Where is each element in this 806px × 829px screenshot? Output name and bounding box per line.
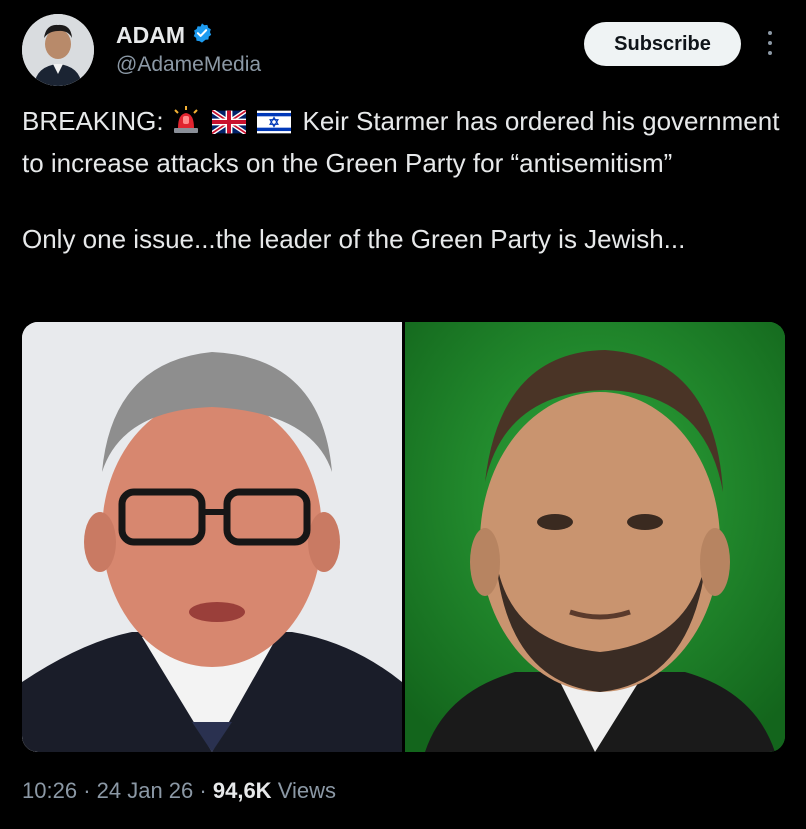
media-image-left[interactable] [22, 322, 402, 752]
photo-man-with-glasses [22, 322, 402, 752]
vertical-ellipsis-icon[interactable] [762, 28, 778, 58]
tweet-text: BREAKING: Keir Starmer has ordered his g… [22, 102, 782, 258]
views-count[interactable]: 94,6K [213, 778, 272, 803]
tweet-time[interactable]: 10:26 [22, 778, 77, 803]
israel-flag-emoji-icon [257, 106, 292, 144]
media-image-right[interactable] [405, 322, 785, 752]
profile-photo [22, 14, 94, 86]
author-handle[interactable]: @AdameMedia [116, 53, 261, 77]
meta-separator: · [199, 778, 207, 803]
tweet-meta: 10:26 · 24 Jan 26 · 94,6K Views [22, 778, 336, 804]
avatar[interactable] [22, 14, 94, 86]
uk-flag-emoji-icon [210, 106, 248, 144]
tweet-paragraph-1: BREAKING: Keir Starmer has ordered his g… [22, 102, 782, 182]
tweet-date[interactable]: 24 Jan 26 [97, 778, 194, 803]
tweet-header: ADAM @AdameMedia Subscribe [22, 14, 784, 86]
author-block: ADAM @AdameMedia [116, 22, 261, 77]
tweet-media[interactable] [22, 322, 785, 752]
tweet-paragraph-2: Only one issue...the leader of the Green… [22, 224, 686, 254]
breaking-label: BREAKING: [22, 106, 164, 136]
verified-badge-icon [191, 22, 213, 49]
police-light-emoji-icon [171, 106, 201, 144]
views-label: Views [277, 778, 336, 803]
subscribe-button[interactable]: Subscribe [584, 22, 741, 66]
meta-separator: · [83, 778, 91, 803]
photo-bearded-man-green-bg [405, 322, 785, 752]
display-name[interactable]: ADAM [116, 22, 185, 49]
